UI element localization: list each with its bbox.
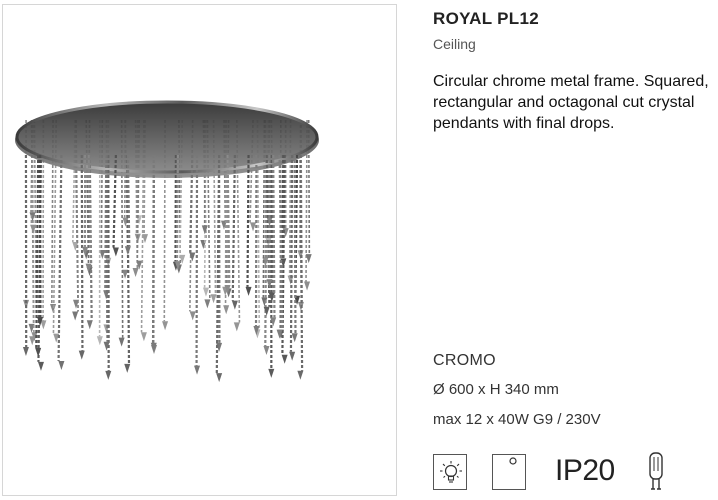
crystal-strand [293,154,297,334]
crystal-drop [72,311,79,321]
crystal-strand [175,154,179,262]
crystal-drop [250,222,257,232]
ceiling-mount-icon [492,454,526,490]
crystal-drop [78,350,85,360]
crystal-drop [140,332,147,342]
crystal-drop [35,347,42,357]
product-description: Circular chrome metal frame. Squared, re… [433,73,709,132]
crystal-drop [22,346,29,356]
crystal-drop [118,337,125,347]
crystal-drop [297,370,304,380]
crystal-drop [162,321,169,331]
crystal-strand [80,154,84,351]
chandelier-strands-front [22,154,304,383]
dimensions-label: Ø 600 x H 340 mm [433,381,559,398]
product-title: ROYAL PL12 [433,9,539,28]
power-label: max 12 x 40W G9 / 230V [433,411,601,428]
crystal-drop [268,368,275,378]
crystal-drop [304,281,311,291]
crystal-strand [151,154,155,343]
crystal-drop [281,354,288,364]
crystal-drop [124,363,131,373]
crystal-drop [202,287,209,297]
crystal-drop [96,336,103,346]
g9-bulb-icon [646,451,666,498]
crystal-drop [289,351,296,361]
finish-label: CROMO [433,352,496,369]
crystal-strand [278,154,284,330]
crystal-strand [57,154,63,361]
crystal-drop [291,333,298,343]
crystal-drop [233,322,240,332]
crystal-drop [216,373,223,383]
crystal-drop [223,305,230,315]
dimmable-bulb-icon [433,454,467,490]
crystal-drop [194,365,201,375]
crystal-drop [210,294,217,304]
crystal-drop [105,370,112,380]
crystal-drop [112,247,119,257]
crystal-drop [263,346,270,356]
crystal-drop [132,267,139,277]
ip-rating: IP20 [555,454,615,487]
crystal-drop [189,311,196,321]
crystal-strand [231,154,236,301]
crystal-drop [201,225,208,235]
product-photo-frame [2,4,397,496]
crystal-drop [124,246,131,256]
product-category: Ceiling [433,36,476,52]
crystal-strand [281,154,286,355]
crystal-drop [231,300,238,310]
crystal-drop [86,320,93,330]
crystal-strand [289,154,294,352]
crystal-strand [105,154,109,342]
crystal-drop [245,286,252,296]
crystal-drop [204,299,211,309]
crystal-strand [246,154,250,287]
chandelier-photo [15,100,319,383]
crystal-strand [264,154,268,347]
crystal-drop [37,361,44,371]
crystal-drop [58,360,65,370]
